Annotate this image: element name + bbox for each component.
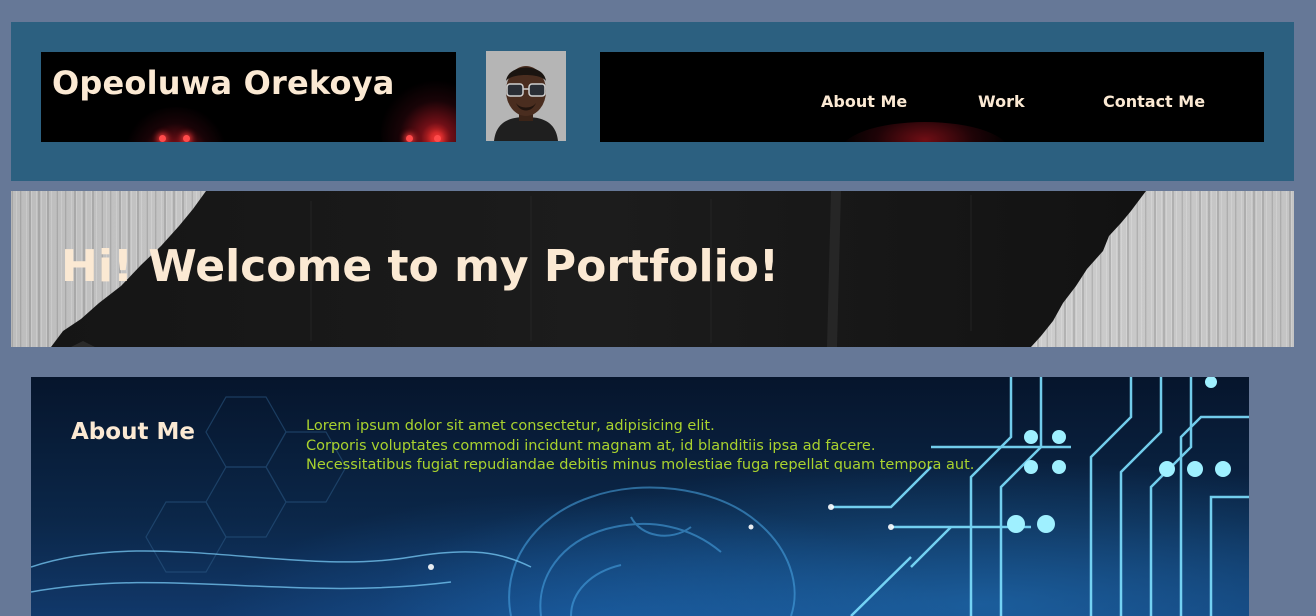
about-section: About Me Lorem ipsum dolor sit amet cons… [31,377,1249,616]
hero-title: Hi! Welcome to my Portfolio! [61,241,779,292]
avatar-portrait [486,51,566,141]
avatar [486,51,566,141]
nav-about-me-link[interactable]: About Me [821,92,907,111]
about-heading: About Me [71,419,195,445]
nav-contact-me-link[interactable]: Contact Me [1103,92,1205,111]
site-name: Opeoluwa Orekoya [52,64,395,102]
red-glow-decoration [121,107,231,142]
site-header: Opeoluwa Orekoya About Me Work Contact M… [11,22,1294,181]
hero-banner: Hi! Welcome to my Portfolio! [11,191,1294,347]
nav-work-link[interactable]: Work [978,92,1025,111]
red-eye-decoration [159,135,166,142]
about-paragraph: Lorem ipsum dolor sit amet consectetur, … [306,417,974,476]
red-eye-decoration [183,135,190,142]
circuit-brain-background [31,377,1249,616]
about-line: Lorem ipsum dolor sit amet consectetur, … [306,418,715,434]
red-eye-decoration [434,135,441,142]
name-banner: Opeoluwa Orekoya [41,52,456,142]
main-nav: About Me Work Contact Me [600,52,1264,142]
about-line: Necessitatibus fugiat repudiandae debiti… [306,457,975,473]
about-line: Corporis voluptates commodi incidunt mag… [306,437,876,454]
red-glow-decoration [840,122,1010,142]
red-eye-decoration [406,135,413,142]
